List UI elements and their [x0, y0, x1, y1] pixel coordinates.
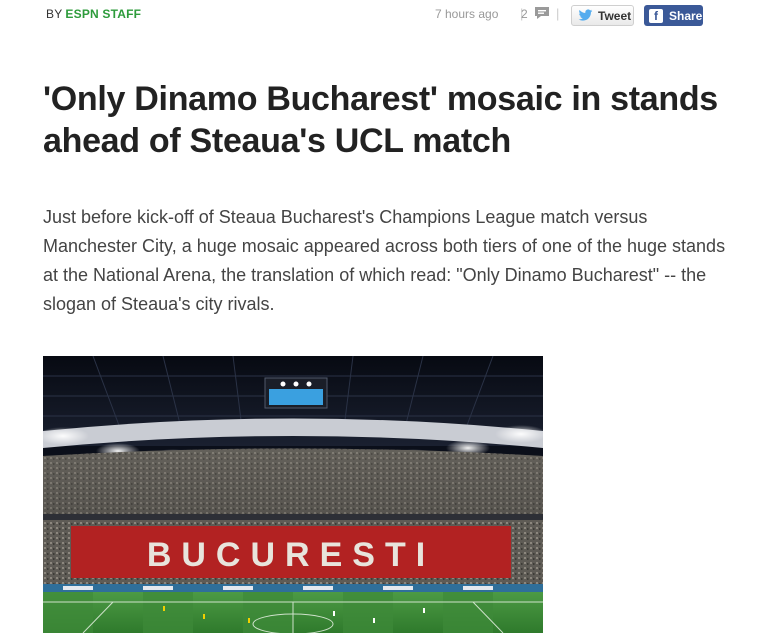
tweet-button-label: Tweet	[598, 8, 632, 23]
article-photo[interactable]: BUCURESTI	[43, 356, 543, 633]
byline: BY ESPN STAFF	[46, 7, 141, 21]
facebook-icon: f	[649, 8, 663, 23]
article-body-paragraph: Just before kick-off of Steaua Bucharest…	[43, 207, 726, 314]
comment-count[interactable]: 2	[521, 7, 528, 21]
article-meta-bar: BY ESPN STAFF 7 hours ago | 2 | Tweet f S…	[46, 5, 706, 27]
mosaic-text: BUCURESTI	[147, 536, 435, 574]
stadium-illustration: BUCURESTI	[43, 356, 543, 633]
byline-author-link[interactable]: ESPN STAFF	[65, 7, 141, 21]
twitter-bird-icon	[578, 9, 593, 21]
byline-prefix: BY	[46, 7, 63, 21]
share-button-label: Share	[669, 8, 703, 23]
article-page: BY ESPN STAFF 7 hours ago | 2 | Tweet f S…	[0, 0, 759, 633]
article-headline: 'Only Dinamo Bucharest' mosaic in stands…	[43, 80, 718, 160]
meta-divider: |	[556, 6, 560, 21]
speech-bubble-icon[interactable]	[534, 6, 550, 20]
tweet-button[interactable]: Tweet	[571, 5, 634, 26]
facebook-share-button[interactable]: f Share	[644, 5, 703, 26]
timestamp: 7 hours ago	[435, 7, 499, 21]
